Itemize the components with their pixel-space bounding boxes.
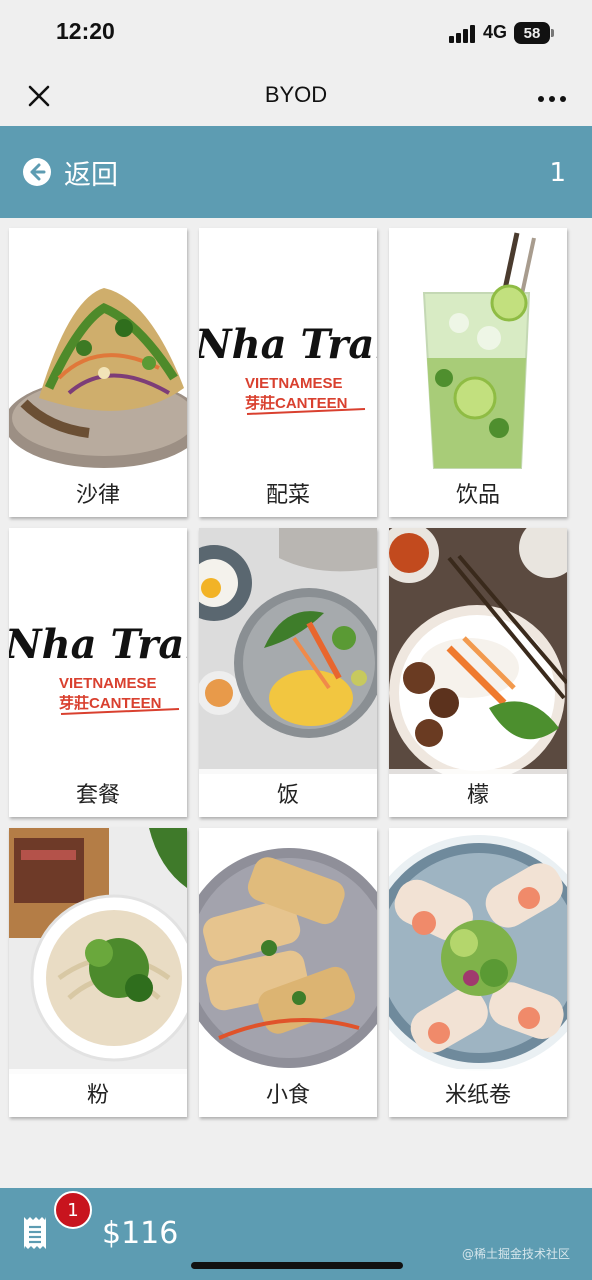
- cart-total: $116: [102, 1216, 179, 1251]
- battery-cap: [551, 29, 554, 37]
- cart-count-badge: 1: [54, 1191, 92, 1229]
- rice-plate-photo: [199, 528, 377, 774]
- battery-icon: 58: [514, 22, 550, 44]
- category-label: 套餐: [9, 769, 187, 817]
- category-card-set-meal[interactable]: Nha Trang VIETNAMESE 芽莊CANTEEN 套餐: [9, 528, 187, 817]
- fried-snack-photo: [199, 828, 377, 1074]
- category-header: 返回 1: [0, 126, 592, 218]
- category-card-sides[interactable]: Nha Trang VIETNAMESE 芽莊CANTEEN 配菜: [199, 228, 377, 517]
- category-label: 沙律: [9, 469, 187, 517]
- back-button[interactable]: 返回: [22, 155, 118, 191]
- cellular-signal-icon: [449, 25, 477, 43]
- logo-line-2: 芽莊CANTEEN: [245, 394, 348, 412]
- nha-trang-logo: Nha Trang VIETNAMESE 芽莊CANTEEN: [199, 228, 377, 474]
- category-card-vermicelli[interactable]: 檬: [389, 528, 567, 817]
- category-card-salad[interactable]: 沙律: [9, 228, 187, 517]
- more-button[interactable]: [536, 90, 568, 102]
- category-label: 粉: [9, 1069, 187, 1117]
- category-label: 檬: [389, 769, 567, 817]
- category-label: 配菜: [199, 469, 377, 517]
- status-bar: 12:20 4G 58: [0, 0, 592, 66]
- status-time: 12:20: [56, 18, 115, 44]
- watermark: @稀土掘金技术社区: [462, 1247, 571, 1261]
- category-card-snacks[interactable]: 小食: [199, 828, 377, 1117]
- logo-line-1: VIETNAMESE: [245, 375, 343, 392]
- page-title: BYOD: [264, 82, 328, 107]
- mojito-drink-photo: [389, 228, 567, 474]
- receipt-icon: [24, 1217, 46, 1249]
- logo-line-2: 芽莊CANTEEN: [59, 694, 162, 712]
- more-horizontal-icon: [538, 96, 566, 102]
- category-label: 饮品: [389, 469, 567, 517]
- category-card-rice-paper-rolls[interactable]: 米纸卷: [389, 828, 567, 1117]
- pho-noodle-bowl-photo: [9, 828, 187, 1074]
- back-label: 返回: [64, 159, 118, 191]
- category-card-noodles[interactable]: 粉: [9, 828, 187, 1117]
- logo-script: Nha Trang: [9, 621, 187, 668]
- category-label: 饭: [199, 769, 377, 817]
- rice-paper-roll-photo: [389, 828, 567, 1074]
- logo-script: Nha Trang: [199, 321, 377, 368]
- network-type: 4G: [483, 22, 508, 42]
- logo-line-1: VIETNAMESE: [59, 675, 157, 692]
- category-label: 米纸卷: [389, 1069, 567, 1117]
- home-indicator[interactable]: [191, 1262, 403, 1269]
- category-label: 小食: [199, 1069, 377, 1117]
- nav-bar: BYOD: [0, 66, 592, 126]
- page-number: 1: [549, 158, 566, 188]
- receipt-button[interactable]: [22, 1216, 48, 1250]
- arrow-left-circle-icon: [23, 158, 51, 186]
- salad-photo: [9, 228, 187, 474]
- vermicelli-bowl-photo: [389, 528, 567, 774]
- category-card-drinks[interactable]: 饮品: [389, 228, 567, 517]
- nha-trang-logo: Nha Trang VIETNAMESE 芽莊CANTEEN: [9, 528, 187, 774]
- battery-level: 58: [523, 24, 541, 42]
- category-card-rice[interactable]: 饭: [199, 528, 377, 817]
